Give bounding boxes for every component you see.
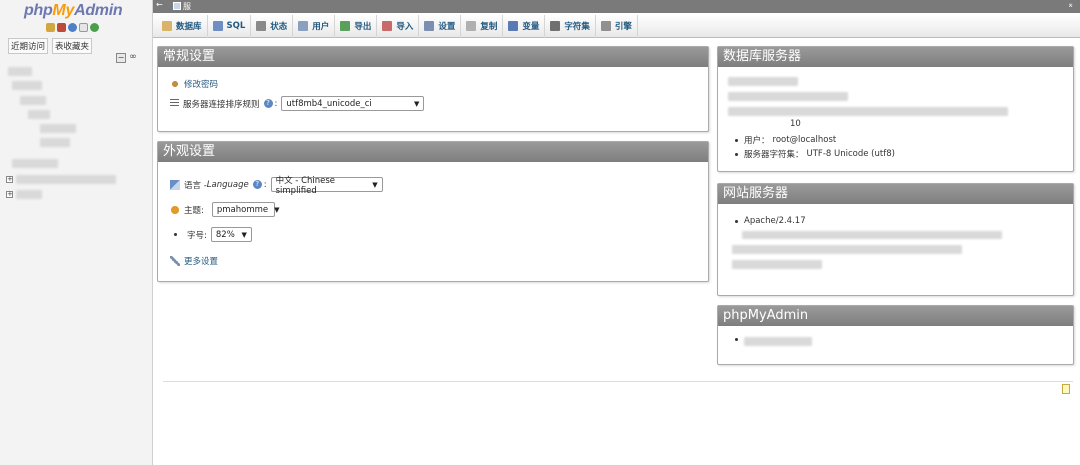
redacted-info [732,260,822,269]
key-icon [170,79,180,89]
expand-icon[interactable]: + [6,191,13,198]
more-settings-link[interactable]: 更多设置 [170,255,218,267]
tree-item-blurred[interactable] [8,67,32,76]
redacted-info [728,92,848,101]
panel-title: 外观设置 [158,142,708,162]
replication-icon [466,21,477,31]
server-breadcrumb[interactable]: 服 [173,1,191,12]
table-icon [170,99,179,108]
apache-version: Apache/2.4.17 [735,216,806,226]
tree-item-blurred[interactable] [40,124,76,133]
menu-tab-charset[interactable]: 字符集 [545,14,596,38]
pma-version-info [735,338,744,341]
navigation-panel: phpMyAdmin 近期访问 表收藏夹 − ∞ + + [0,0,153,465]
redacted-info [744,337,812,346]
chevron-down-icon: ▼ [274,205,280,214]
sql-icon [212,21,223,31]
collapse-all-icon[interactable]: − [116,53,126,63]
tree-item-blurred[interactable] [16,190,42,199]
wrench-icon [424,21,435,31]
menu-tab-users[interactable]: 用户 [293,14,336,38]
phpmyadmin-logo[interactable]: phpMyAdmin [24,2,123,20]
menu-tab-status[interactable]: 状态 [251,14,294,38]
link-icon[interactable]: ∞ [128,53,138,63]
menu-tab-replication[interactable]: 复制 [461,14,504,38]
nav-icon-bar [46,23,99,32]
theme-row: 主题: pmahomme ▼ [170,202,280,217]
appearance-settings-panel: 外观设置 语言 - Language ? : 中文 - Chinese simp… [157,141,709,282]
font-size-row: 字号: 82% ▼ [174,227,252,242]
status-icon [256,21,267,31]
redacted-info [732,245,962,254]
version-fragment: 10 [790,119,801,129]
panel-title: 常规设置 [158,47,708,67]
collation-row: 服务器连接排序规则 ? : utf8mb4_unicode_ci ▼ [170,96,425,111]
web-server-panel: 网站服务器 Apache/2.4.17 [717,183,1074,296]
tree-item-blurred[interactable] [40,138,70,147]
theme-select[interactable]: pmahomme ▼ [211,202,280,217]
server-breadcrumb-bar: ← 服 ⌅ [153,0,1080,13]
docs-icon[interactable] [79,23,88,32]
engine-icon [600,21,611,31]
redacted-info [742,231,1002,239]
menu-tab-database[interactable]: 数据库 [157,14,208,38]
favorites-tab[interactable]: 表收藏夹 [52,38,93,54]
content-divider [163,381,1073,382]
collapse-topbar-icon[interactable]: ⌅ [1067,0,1074,9]
tree-item-blurred[interactable] [28,110,50,119]
variables-icon [508,21,519,31]
redacted-info [728,77,798,86]
database-server-panel: 数据库服务器 10 用户： root@localhost 服务器字符集： UTF… [717,46,1074,172]
collation-select[interactable]: utf8mb4_unicode_ci ▼ [281,96,425,111]
chevron-down-icon: ▼ [372,180,378,189]
chevron-down-icon: ▼ [241,230,247,239]
users-icon [298,21,309,31]
nav-controls: − ∞ [116,53,138,63]
console-icon[interactable] [1062,384,1070,394]
menu-tab-export[interactable]: 导出 [335,14,378,38]
expand-icon[interactable]: + [6,176,13,183]
main-menu: 数据库 SQL 状态 用户 导出 导入 设置 复制 变量 字符集 引擎 [153,14,1080,38]
palette-icon [170,204,180,215]
language-icon [170,179,180,190]
reload-icon[interactable] [90,23,99,32]
menu-tab-engine[interactable]: 引擎 [596,14,638,38]
tree-item-blurred[interactable] [16,175,116,184]
tree-item-blurred[interactable] [12,81,42,90]
phpmyadmin-panel: phpMyAdmin [717,305,1074,365]
server-icon [173,2,181,10]
server-charset-info: 服务器字符集： UTF-8 Unicode (utf8) [735,148,895,160]
redacted-info [728,107,1008,116]
chevron-down-icon: ▼ [414,99,420,108]
menu-tab-sql[interactable]: SQL [208,14,252,38]
panel-title: 网站服务器 [718,184,1073,204]
back-arrow-icon[interactable]: ← [156,0,163,9]
language-row: 语言 - Language ? : 中文 - Chinese simplifie… [170,176,383,196]
charset-icon [550,21,561,31]
export-icon [340,21,351,31]
user-info: 用户： root@localhost [735,134,836,146]
help-icon[interactable] [68,23,77,32]
help-icon[interactable]: ? [263,99,273,108]
panel-title: phpMyAdmin [718,306,1073,326]
language-select[interactable]: 中文 - Chinese simplified ▼ [270,176,383,196]
nav-tabs: 近期访问 表收藏夹 [8,38,93,54]
change-password-link[interactable]: 修改密码 [170,78,218,90]
import-icon [382,21,393,31]
menu-tab-import[interactable]: 导入 [377,14,420,38]
wrench-icon [170,256,180,266]
recent-tab[interactable]: 近期访问 [8,38,49,54]
tree-item-blurred[interactable] [12,159,58,168]
help-icon[interactable]: ? [252,180,262,189]
menu-tab-variables[interactable]: 变量 [503,14,546,38]
tree-item-blurred[interactable] [20,96,46,105]
logout-icon[interactable] [57,23,66,32]
general-settings-panel: 常规设置 修改密码 服务器连接排序规则 ? : utf8mb4_unicode_… [157,46,709,132]
menu-tab-wrench[interactable]: 设置 [419,14,462,38]
database-icon [162,21,172,31]
font-size-select[interactable]: 82% ▼ [210,227,252,242]
home-icon[interactable] [46,23,55,32]
panel-title: 数据库服务器 [718,47,1073,67]
